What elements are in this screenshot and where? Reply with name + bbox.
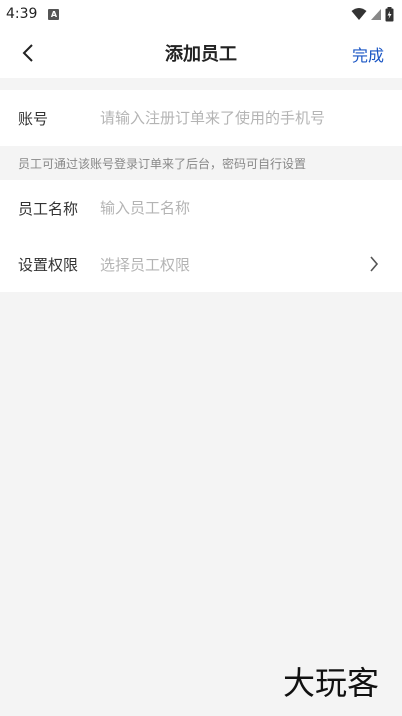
- permission-label: 设置权限: [18, 255, 79, 274]
- account-input[interactable]: [100, 109, 384, 127]
- section-gap: [0, 78, 402, 90]
- nav-bar: 添加员工 完成: [0, 28, 402, 78]
- name-input[interactable]: [100, 199, 384, 217]
- watermark-logo: 大玩客: [283, 664, 379, 702]
- account-row: 账号: [0, 90, 402, 146]
- battery-icon: [385, 6, 394, 21]
- status-bar: 4:39 A: [0, 0, 402, 28]
- status-time: 4:39: [6, 6, 38, 22]
- page-title: 添加员工: [165, 44, 237, 65]
- signal-icon: [371, 9, 381, 20]
- permission-placeholder: 选择员工权限: [100, 255, 191, 274]
- name-label: 员工名称: [18, 199, 79, 218]
- done-button[interactable]: 完成: [352, 42, 384, 66]
- name-row: 员工名称: [0, 180, 402, 236]
- app-notification-icon: A: [48, 8, 60, 20]
- chevron-right-icon: [366, 256, 382, 272]
- account-hint: 员工可通过该账号登录订单来了后台，密码可自行设置: [0, 146, 402, 180]
- chevron-left-icon: [22, 44, 33, 62]
- watermark-text: 大玩客: [283, 664, 379, 702]
- back-button[interactable]: [14, 39, 42, 67]
- status-icons: [351, 6, 394, 22]
- wifi-icon: [351, 8, 367, 20]
- permission-row[interactable]: 设置权限 选择员工权限: [0, 236, 402, 292]
- account-label: 账号: [18, 109, 49, 128]
